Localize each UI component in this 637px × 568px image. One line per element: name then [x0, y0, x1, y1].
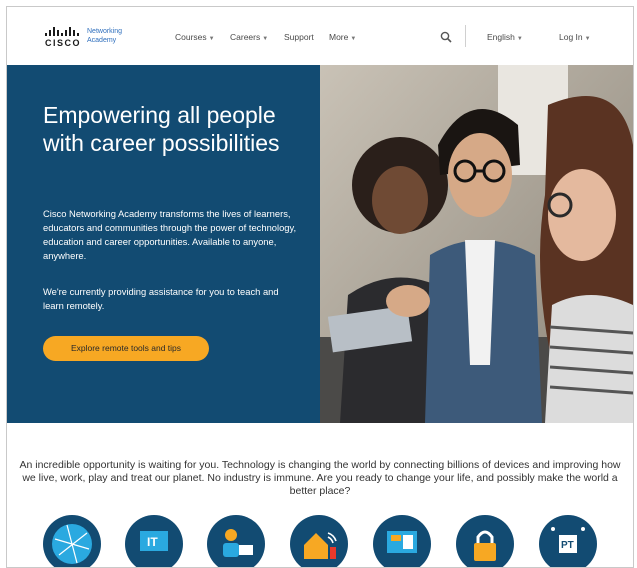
explore-remote-tools-button[interactable]: Explore remote tools and tips [43, 336, 209, 361]
intro-text: An incredible opportunity is waiting for… [19, 459, 621, 497]
cisco-wordmark: CISCO [45, 38, 82, 48]
networking-academy-logo-text[interactable]: Networking Academy [87, 27, 122, 45]
pt-icon-label: PT [561, 540, 574, 551]
padlock-icon[interactable] [456, 515, 514, 567]
feature-icon-row: IT PT [7, 515, 633, 567]
chevron-down-icon: ▼ [262, 36, 269, 42]
browser-page: CISCO Networking Academy Courses ▼ Career… [6, 6, 634, 568]
language-selector[interactable]: English ▼ [487, 32, 523, 42]
smart-home-icon[interactable] [290, 515, 348, 567]
it-icon[interactable]: IT [125, 515, 183, 567]
hero-description: Cisco Networking Academy transforms the … [43, 208, 297, 261]
login-label: Log In [559, 32, 583, 42]
nav-more-label: More [329, 32, 349, 42]
nav-support[interactable]: Support [284, 32, 314, 42]
nav-support-label: Support [284, 32, 314, 42]
search-icon[interactable] [440, 31, 452, 43]
nav-courses-label: Courses [175, 32, 207, 42]
nav-courses[interactable]: Courses ▼ [175, 32, 215, 42]
nav-careers-label: Careers [230, 32, 261, 42]
chevron-down-icon: ▼ [208, 36, 215, 42]
it-icon-label: IT [147, 535, 158, 549]
top-navigation: CISCO Networking Academy Courses ▼ Career… [7, 7, 633, 65]
packet-tracer-icon[interactable]: PT [539, 515, 597, 567]
hero-banner: Empowering all people with career possib… [7, 65, 633, 423]
chevron-down-icon: ▼ [584, 36, 591, 42]
nav-divider [465, 25, 466, 47]
hero-title: Empowering all people with career possib… [43, 102, 280, 156]
person-laptop-icon[interactable] [207, 515, 265, 567]
globe-network-icon[interactable] [43, 515, 101, 567]
academy-line-2: Academy [87, 37, 117, 44]
hero-remote-note: We're currently providing assistance for… [43, 286, 279, 311]
academy-line-1: Networking [87, 28, 123, 35]
cisco-bars-icon [45, 27, 81, 36]
dashboard-icon[interactable] [373, 515, 431, 567]
nav-more[interactable]: More ▼ [329, 32, 356, 42]
login-menu[interactable]: Log In ▼ [559, 32, 591, 42]
cisco-logo[interactable]: CISCO [45, 27, 81, 48]
nav-careers[interactable]: Careers ▼ [230, 32, 268, 42]
chevron-down-icon: ▼ [516, 36, 523, 42]
hero-students-photo [320, 65, 633, 423]
language-label: English [487, 32, 515, 42]
chevron-down-icon: ▼ [350, 36, 357, 42]
